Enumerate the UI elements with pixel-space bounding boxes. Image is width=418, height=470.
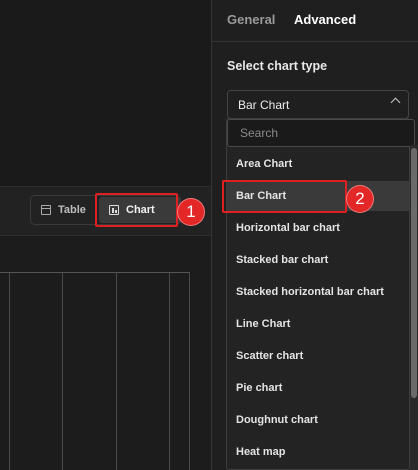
- canvas-area: [0, 0, 211, 186]
- grid-column-line: [116, 272, 117, 470]
- chart-option-stacked-bar[interactable]: Stacked bar chart: [227, 245, 409, 275]
- chart-type-selected: Bar Chart: [238, 97, 290, 112]
- chart-type-dropdown: Area Chart Bar Chart Horizontal bar char…: [226, 118, 415, 470]
- grid-divider: [0, 272, 190, 273]
- chart-option-horizontal-bar[interactable]: Horizontal bar chart: [227, 213, 409, 243]
- annotation-highlight-chart-button: [95, 193, 178, 227]
- grid-column-line: [62, 272, 63, 470]
- chart-type-search-input[interactable]: [227, 119, 415, 147]
- chart-option-line[interactable]: Line Chart: [227, 309, 409, 339]
- annotation-badge-2: 2: [346, 185, 374, 213]
- grid-column-line: [9, 272, 10, 470]
- chart-option-pie[interactable]: Pie chart: [227, 373, 409, 403]
- annotation-highlight-bar-chart: [222, 180, 347, 213]
- tab-general[interactable]: General: [227, 12, 275, 27]
- chart-option-area[interactable]: Area Chart: [227, 149, 409, 179]
- panel-tabs: General Advanced: [212, 0, 418, 42]
- chart-type-label: Select chart type: [227, 59, 328, 73]
- chart-option-scatter[interactable]: Scatter chart: [227, 341, 409, 371]
- chart-option-doughnut[interactable]: Doughnut chart: [227, 405, 409, 435]
- table-view-label: Table: [58, 204, 86, 216]
- table-icon: [41, 205, 51, 215]
- chart-type-select[interactable]: Bar Chart: [227, 90, 409, 119]
- grid-column-line: [189, 272, 190, 470]
- annotation-badge-1: 1: [177, 198, 205, 226]
- tab-advanced[interactable]: Advanced: [294, 12, 356, 27]
- grid-column-line: [169, 272, 170, 470]
- chart-option-stacked-horizontal-bar[interactable]: Stacked horizontal bar chart: [227, 277, 409, 307]
- table-view-button[interactable]: Table: [31, 196, 95, 224]
- dropdown-scrollbar-thumb[interactable]: [411, 148, 417, 398]
- chevron-down-icon: [390, 97, 401, 108]
- chart-option-heat-map[interactable]: Heat map: [227, 437, 409, 467]
